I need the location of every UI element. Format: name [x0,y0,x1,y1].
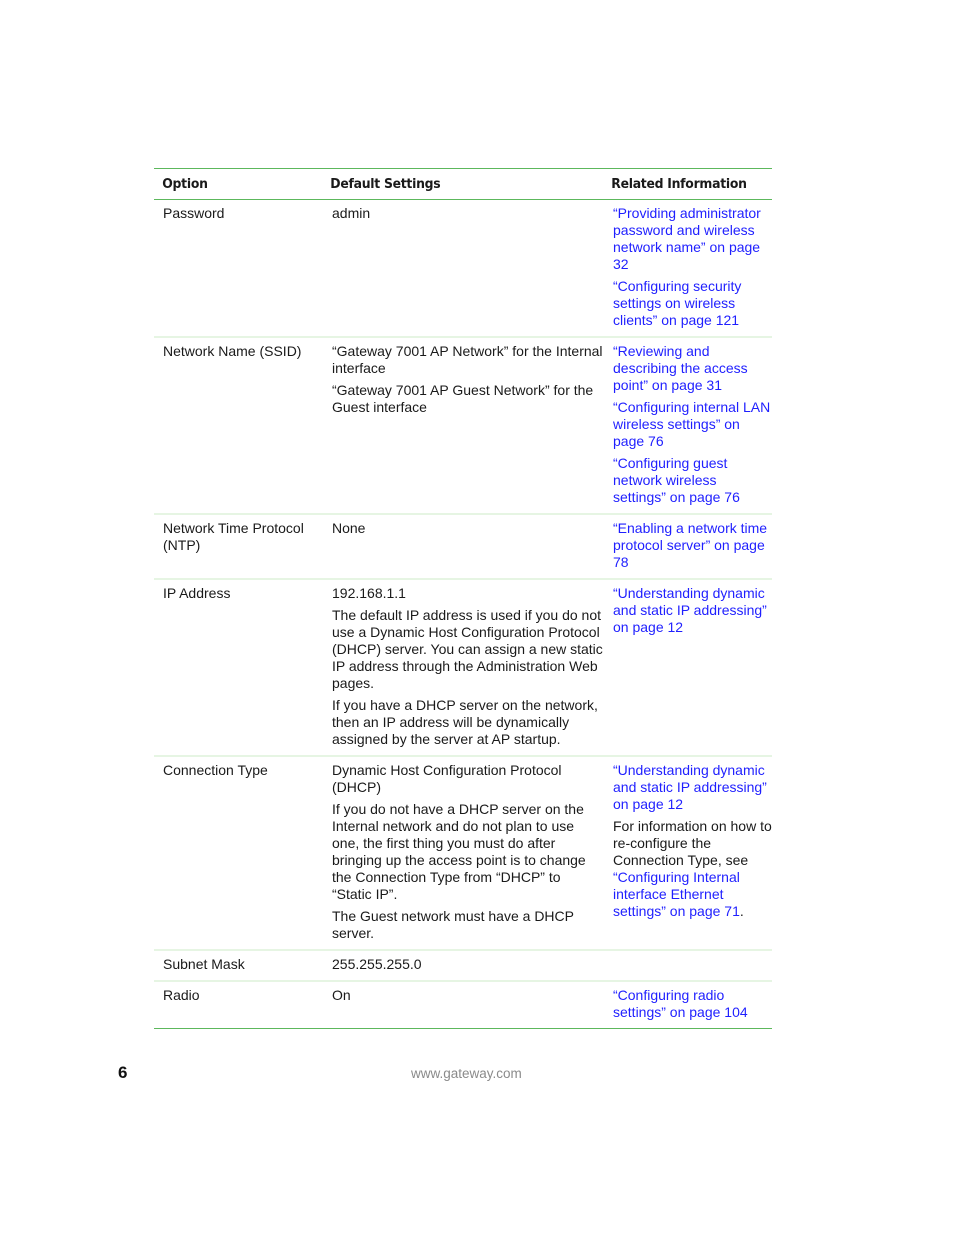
default-setting-text: Dynamic Host Configuration Protocol (DHC… [332,762,562,795]
cross-reference-link[interactable]: “Enabling a network time protocol server… [613,520,767,570]
footer-url: www.gateway.com [411,1066,522,1081]
default-settings-cell: 192.168.1.1 The default IP address is use… [322,579,603,756]
default-setting-text: 192.168.1.1 [332,585,406,601]
table-body: Password admin “Providing administrator pa… [154,200,772,1029]
related-information-cell: “Reviewing and describing the access poi… [603,337,772,514]
related-link-paragraph: “Configuring radio settings” on page 104 [613,987,772,1021]
option-cell: Network Time Protocol (NTP) [163,520,304,553]
cross-reference-link[interactable]: “Providing administrator password and wi… [613,205,761,272]
cross-reference-link[interactable]: “Reviewing and describing the access poi… [613,343,748,393]
option-cell: Connection Type [163,762,268,778]
table-row: IP Address 192.168.1.1 The default IP addr… [154,579,772,756]
related-information-cell [603,950,772,981]
table-row: Subnet Mask 255.255.255.0 [154,950,772,981]
cross-reference-link[interactable]: “Configuring internal LAN wireless setti… [613,399,770,449]
default-setting-text: The default IP address is used if you do… [332,607,603,691]
default-settings-cell: “Gateway 7001 AP Network” for the Intern… [322,337,603,514]
related-information-cell: “Understanding dynamic and static IP add… [603,579,772,756]
related-link-paragraph: “Reviewing and describing the access poi… [613,343,772,394]
related-link-paragraph: “Enabling a network time protocol server… [613,520,772,571]
related-info-text: For information on how to re-configure t… [613,818,772,868]
table-row: Network Time Protocol (NTP) None “Enabling… [154,514,772,579]
related-link-paragraph: “Providing administrator password and wi… [613,205,772,273]
related-info-paragraph: For information on how to re-configure t… [613,818,772,920]
header-option: Option [162,176,208,192]
page-number: 6 [118,1063,128,1082]
default-setting-text: 255.255.255.0 [332,956,422,972]
option-cell: Radio [163,987,200,1003]
related-link-paragraph: “Configuring security settings on wirele… [613,278,772,329]
default-settings-table-container: Option Default Settings Related Informat… [154,168,772,1029]
table-row: Radio On “Configuring radio settings” on p… [154,981,772,1029]
related-link-paragraph: “Configuring guest network wireless sett… [613,455,772,506]
related-info-suffix: . [739,903,744,919]
related-information-cell: “Providing administrator password and wi… [603,200,772,338]
default-setting-text: “Gateway 7001 AP Guest Network” for the … [332,382,594,415]
cross-reference-link[interactable]: “Configuring guest network wireless sett… [613,455,740,505]
default-setting-text: If you have a DHCP server on the network… [332,697,598,747]
default-settings-cell: admin [322,200,603,338]
header-related-information: Related Information [611,176,747,192]
header-default-settings: Default Settings [330,176,441,192]
cross-reference-link[interactable]: “Understanding dynamic and static IP add… [613,762,767,812]
option-cell: Password [163,205,225,221]
cross-reference-link[interactable]: “Configuring Internal interface Ethernet… [613,869,740,919]
table-header-row: Option Default Settings Related Informat… [154,168,772,200]
related-information-cell: “Enabling a network time protocol server… [603,514,772,579]
table-row: Connection Type Dynamic Host Configuratio… [154,756,772,950]
default-settings-cell: On [322,981,603,1029]
cross-reference-link[interactable]: “Configuring security settings on wirele… [613,278,741,328]
option-cell: IP Address [163,585,231,601]
default-setting-text: admin [332,205,371,221]
related-link-paragraph: “Understanding dynamic and static IP add… [613,762,772,813]
default-settings-cell: 255.255.255.0 [322,950,603,981]
option-cell: Subnet Mask [163,956,245,972]
related-information-cell: “Understanding dynamic and static IP add… [603,756,772,950]
default-setting-text: None [332,520,366,536]
related-information-cell: “Configuring radio settings” on page 104 [603,981,772,1029]
related-link-paragraph: “Configuring internal LAN wireless setti… [613,399,772,450]
default-setting-text: On [332,987,351,1003]
default-settings-cell: Dynamic Host Configuration Protocol (DHC… [322,756,603,950]
default-settings-table: Option Default Settings Related Informat… [154,168,772,1029]
option-cell: Network Name (SSID) [163,343,302,359]
cross-reference-link[interactable]: “Configuring radio settings” on page 104 [613,987,748,1020]
table-row: Password admin “Providing administrator pa… [154,200,772,338]
default-settings-cell: None [322,514,603,579]
related-link-paragraph: “Understanding dynamic and static IP add… [613,585,772,636]
cross-reference-link[interactable]: “Understanding dynamic and static IP add… [613,585,767,635]
default-setting-text: “Gateway 7001 AP Network” for the Intern… [332,343,603,376]
table-row: Network Name (SSID) “Gateway 7001 AP Netw… [154,337,772,514]
default-setting-text: The Guest network must have a DHCP serve… [332,908,574,941]
default-setting-text: If you do not have a DHCP server on the … [332,801,586,902]
